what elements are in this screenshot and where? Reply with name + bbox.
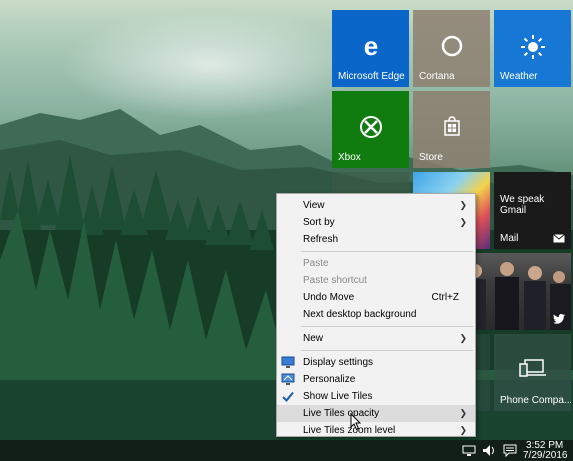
tile-xbox[interactable]: Xbox (332, 91, 409, 168)
clock-date[interactable]: 7/29/2016 (523, 450, 568, 461)
volume-icon[interactable] (482, 444, 496, 457)
menu-label-undo-move: Undo Move (303, 292, 355, 303)
shopping-bag-icon (413, 115, 490, 140)
display-settings-icon (281, 356, 295, 368)
menu-label-refresh: Refresh (303, 234, 339, 245)
tile-microsoft-edge[interactable]: e Microsoft Edge (332, 10, 409, 87)
tile-label-mail: Mail (500, 233, 519, 244)
submenu-arrow-icon: ❯ (459, 333, 467, 343)
tile-phone-companion[interactable]: Phone Compa... (494, 334, 571, 411)
menu-item-refresh[interactable]: Refresh (277, 231, 475, 248)
submenu-arrow-icon: ❯ (459, 200, 467, 210)
menu-item-paste: Paste (277, 255, 475, 272)
menu-item-view[interactable]: View ❯ (277, 197, 475, 214)
mouse-cursor-icon (350, 413, 362, 431)
tile-mail[interactable]: We speak Gmail Mail (494, 172, 571, 249)
submenu-arrow-icon: ❯ (459, 425, 467, 435)
tile-label-store: Store (419, 152, 443, 163)
menu-item-show-live-tiles[interactable]: Show Live Tiles (277, 388, 475, 405)
tile-label-cortana: Cortana (419, 71, 455, 82)
menu-label-paste-shortcut: Paste shortcut (303, 275, 367, 286)
menu-label-paste: Paste (303, 258, 329, 269)
edge-icon: e (332, 31, 409, 61)
personalize-icon (281, 373, 295, 385)
menu-label-show-live-tiles: Show Live Tiles (303, 391, 373, 402)
submenu-arrow-icon: ❯ (459, 408, 467, 418)
envelope-icon (553, 234, 565, 243)
phone-laptop-icon (494, 358, 571, 381)
xbox-icon (332, 115, 409, 142)
menu-item-paste-shortcut: Paste shortcut (277, 272, 475, 289)
tile-label-phone: Phone Compa... (500, 395, 571, 406)
tile-label-xbox: Xbox (338, 152, 361, 163)
twitter-bird-icon (553, 314, 565, 324)
tile-label-edge: Microsoft Edge (338, 71, 405, 82)
menu-separator (301, 326, 473, 327)
taskbar: 3:52 PM 7/29/2016 (0, 440, 573, 461)
mail-headline: We speak Gmail (500, 194, 545, 216)
menu-label-display-settings: Display settings (303, 357, 374, 368)
menu-item-next-background[interactable]: Next desktop background (277, 306, 475, 323)
menu-label-view: View (303, 200, 325, 211)
network-icon[interactable] (462, 444, 476, 457)
menu-label-next-background: Next desktop background (303, 309, 417, 320)
menu-item-sort-by[interactable]: Sort by ❯ (277, 214, 475, 231)
menu-item-display-settings[interactable]: Display settings (277, 354, 475, 371)
menu-item-personalize[interactable]: Personalize (277, 371, 475, 388)
menu-label-live-tiles-opacity: Live Tiles opacity (303, 408, 380, 419)
tile-weather[interactable]: Weather (494, 10, 571, 87)
menu-label-personalize: Personalize (303, 374, 356, 385)
tile-label-weather: Weather (500, 71, 538, 82)
tile-cortana[interactable]: Cortana (413, 10, 490, 87)
menu-label-sort-by: Sort by (303, 217, 335, 228)
menu-item-undo-move[interactable]: Undo Move Ctrl+Z (277, 289, 475, 306)
menu-label-new: New (303, 333, 324, 344)
tile-store[interactable]: Store (413, 91, 490, 168)
svg-text:e: e (363, 34, 377, 58)
desktop-context-menu: View ❯ Sort by ❯ Refresh Paste Paste sho… (276, 193, 476, 437)
menu-item-live-tiles-zoom[interactable]: Live Tiles zoom level ❯ (277, 422, 475, 439)
menu-item-live-tiles-opacity[interactable]: Live Tiles opacity ❯ (277, 405, 475, 422)
action-center-icon[interactable] (503, 444, 517, 457)
menu-separator (301, 251, 473, 252)
menu-shortcut-undo: Ctrl+Z (431, 292, 460, 303)
menu-separator (301, 350, 473, 351)
checkmark-icon (282, 391, 294, 402)
cortana-ring-icon (413, 34, 490, 61)
sun-icon (494, 34, 571, 63)
menu-item-new[interactable]: New ❯ (277, 330, 475, 347)
submenu-arrow-icon: ❯ (459, 217, 467, 227)
